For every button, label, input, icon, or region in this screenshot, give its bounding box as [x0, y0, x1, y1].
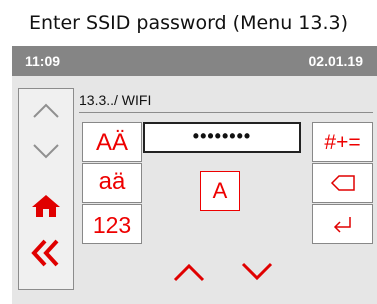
double-chevron-left-icon: [31, 239, 59, 267]
nav-up-button[interactable]: [19, 93, 73, 135]
backspace-icon: [330, 175, 355, 191]
chevron-down-icon: [33, 144, 59, 159]
uppercase-key[interactable]: AÄ: [82, 122, 142, 162]
home-button[interactable]: [19, 191, 73, 233]
character-select-key[interactable]: A: [200, 171, 240, 211]
breadcrumb: 13.3../ WIFI: [79, 92, 152, 108]
status-date: 02.01.19: [308, 53, 364, 69]
uppercase-key-label: AÄ: [95, 129, 128, 156]
navigation-panel: [18, 88, 74, 290]
back-button[interactable]: [19, 235, 73, 277]
lowercase-key-label: aä: [98, 168, 126, 195]
nav-down-button[interactable]: [19, 135, 73, 177]
symbols-key[interactable]: #+=: [312, 122, 373, 162]
arrow-down-icon: [241, 262, 273, 281]
numbers-key-label: 123: [92, 212, 132, 238]
symbols-key-label: #+=: [324, 131, 361, 154]
enter-key[interactable]: [312, 204, 373, 244]
chevron-up-icon: [33, 103, 59, 118]
lowercase-key[interactable]: aä: [82, 163, 142, 203]
home-icon: [32, 195, 60, 217]
arrow-up-button[interactable]: [172, 259, 206, 288]
status-bar: 11:09 02.01.19: [12, 46, 377, 76]
arrow-down-button[interactable]: [240, 259, 274, 288]
backspace-key[interactable]: [312, 163, 373, 203]
device-screen: 11:09 02.01.19 13.3../ WIFI AÄ aä 123 ••…: [12, 46, 377, 304]
current-character: A: [212, 178, 228, 203]
enter-icon: [333, 217, 351, 233]
breadcrumb-divider: [79, 112, 373, 113]
status-time: 11:09: [25, 53, 61, 69]
password-field[interactable]: ••••••••: [143, 122, 301, 153]
arrow-up-icon: [173, 263, 205, 282]
numbers-key[interactable]: 123: [82, 204, 142, 244]
page-caption: Enter SSID password (Menu 13.3): [28, 12, 348, 34]
